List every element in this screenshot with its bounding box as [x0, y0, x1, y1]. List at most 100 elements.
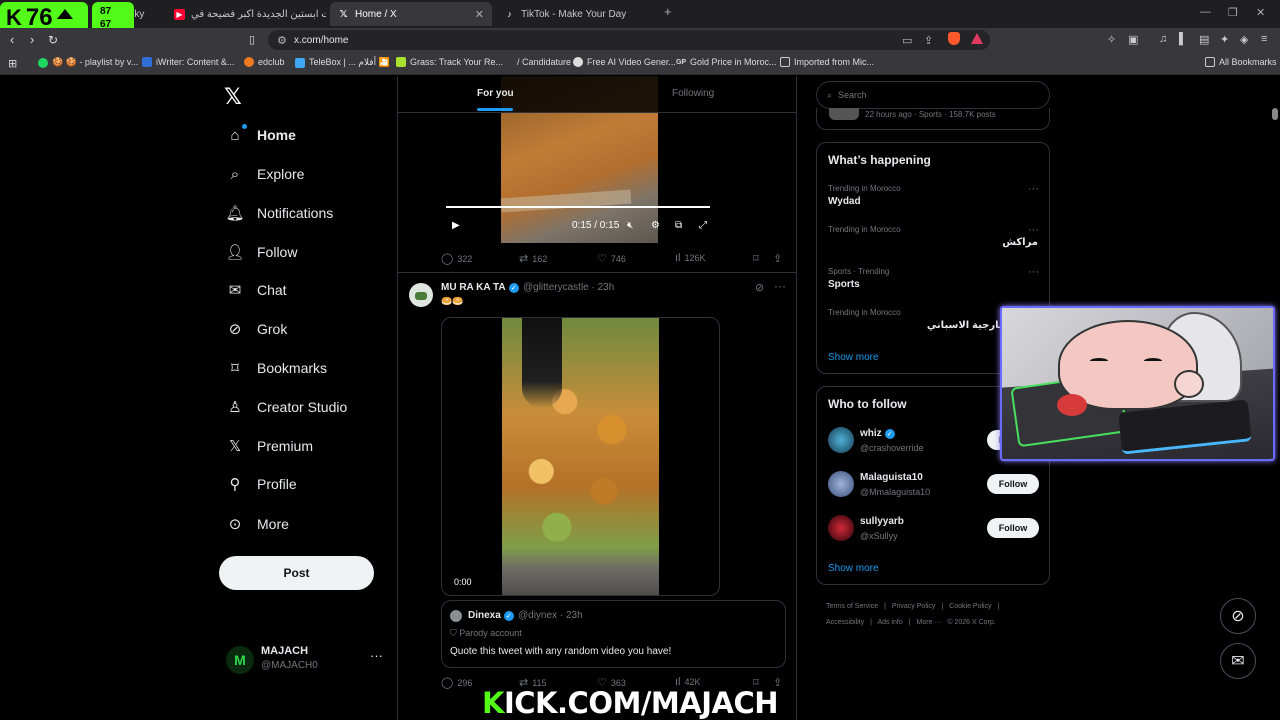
apps-icon[interactable]: ⊞: [8, 57, 17, 70]
reply-button[interactable]: ◯ 296: [441, 676, 472, 689]
all-bookmarks[interactable]: All Bookmarks: [1205, 57, 1277, 67]
follow-suggestion-name[interactable]: whiz ✓: [860, 428, 895, 439]
share-icon[interactable]: ⇪: [924, 34, 933, 47]
media-icon[interactable]: ♫: [1159, 33, 1167, 45]
trend-item[interactable]: Wydad: [828, 196, 861, 207]
close-tab-icon[interactable]: ✕: [475, 8, 484, 21]
follow-button[interactable]: Follow: [987, 474, 1039, 494]
avatar[interactable]: [409, 283, 433, 307]
avatar[interactable]: [828, 471, 854, 497]
bookmark-telebox[interactable]: TeleBox | ... أفلام 🎦: [295, 57, 390, 68]
footer-link[interactable]: More ···: [917, 619, 942, 626]
like-button[interactable]: ♡ 746: [597, 252, 626, 265]
nav-notifications[interactable]: 🔔︎ Notifications: [225, 201, 333, 225]
minimize-icon[interactable]: —: [1200, 6, 1211, 18]
nav-bookmarks[interactable]: ⌑ Bookmarks: [226, 356, 327, 380]
account-switcher[interactable]: M MAJACH @MAJACH0 ···: [226, 640, 386, 680]
reload-icon[interactable]: ↻: [48, 32, 58, 48]
bookmark-tweet-button[interactable]: ⌑: [753, 252, 759, 265]
bookmark-ai-video[interactable]: Free AI Video Gener...: [573, 57, 676, 67]
more-dots-icon[interactable]: ···: [1028, 183, 1039, 195]
avatar[interactable]: [828, 515, 854, 541]
bookmark-imported[interactable]: Imported from Mic...: [780, 57, 874, 67]
show-more-link[interactable]: Show more: [828, 563, 879, 574]
follow-suggestion-name[interactable]: Malaguista10: [860, 472, 923, 483]
x-logo-icon[interactable]: 𝕏: [224, 84, 248, 109]
sidebar-icon[interactable]: ▌: [1179, 33, 1187, 45]
search-input[interactable]: ⌕ Search: [816, 81, 1050, 109]
play-icon[interactable]: ▶: [452, 220, 460, 231]
nav-grok[interactable]: ⊘ Grok: [226, 317, 288, 341]
tab-youtube[interactable]: ▶ ملفات ابستين الجديدة اكبر فضيحة في: [166, 2, 326, 26]
footer-link[interactable]: Privacy Policy: [892, 603, 936, 610]
bookmark-edclub[interactable]: edclub: [244, 57, 285, 67]
tab-home-x[interactable]: 𝕏 Home / X ✕: [330, 2, 492, 26]
views-button[interactable]: ıl 126K: [675, 252, 706, 264]
avatar[interactable]: [828, 427, 854, 453]
site-settings-icon[interactable]: ⚙: [277, 34, 287, 47]
follow-button[interactable]: Follow: [987, 518, 1039, 538]
tab-following[interactable]: Following: [672, 88, 714, 99]
scroll-thumb[interactable]: [1272, 108, 1278, 120]
post-button[interactable]: Post: [219, 556, 374, 590]
footer-link[interactable]: Accessibility: [826, 619, 864, 626]
nav-profile[interactable]: ⚲ Profile: [226, 472, 297, 496]
nav-creator-studio[interactable]: ♙ Creator Studio: [226, 395, 347, 419]
share-tweet-button[interactable]: ⇪: [773, 252, 782, 265]
video-progress-bar[interactable]: [446, 206, 710, 208]
forward-icon[interactable]: ›: [30, 32, 34, 48]
pip-icon[interactable]: ⧉: [675, 220, 682, 231]
tab-tiktok[interactable]: ♪ TikTok - Make Your Day: [496, 2, 658, 26]
brave-rewards-icon[interactable]: [971, 33, 983, 44]
url-input[interactable]: ⚙ x.com/home ▭ ⇪: [268, 30, 990, 50]
footer-link[interactable]: Terms of Service: [826, 603, 878, 610]
close-window-icon[interactable]: ✕: [1256, 6, 1265, 19]
nav-chat[interactable]: ✉ Chat: [226, 278, 287, 302]
grok-fab-button[interactable]: ⊘: [1220, 598, 1256, 634]
bookmark-page-icon[interactable]: ▯: [249, 32, 255, 48]
volume-icon[interactable]: 🔇︎: [627, 220, 633, 231]
tweet-author[interactable]: MU RA KA TA ✓: [441, 282, 519, 293]
brave-shields-icon[interactable]: [948, 32, 960, 45]
settings-icon[interactable]: ⚙: [651, 220, 660, 231]
wallet-icon[interactable]: ▤: [1199, 33, 1209, 46]
back-icon[interactable]: ‹: [10, 32, 14, 48]
footer-link[interactable]: Cookie Policy: [949, 603, 991, 610]
show-more-link[interactable]: Show more: [828, 352, 879, 363]
more-dots-icon[interactable]: ···: [1028, 224, 1039, 236]
more-dots-icon[interactable]: ···: [370, 648, 383, 663]
quoted-tweet[interactable]: Dinexa ✓ @diynex · 23h ⛉ Parody account …: [441, 600, 786, 668]
more-dots-icon[interactable]: ···: [774, 279, 786, 293]
bookmark-gold-price[interactable]: GP Gold Price in Moroc...: [676, 57, 777, 67]
trend-item[interactable]: مراكش: [1002, 237, 1038, 248]
tab-for-you[interactable]: For you: [477, 88, 514, 99]
nav-explore[interactable]: ⌕ Explore: [226, 162, 305, 186]
bookmark-label: / Candidature: [517, 57, 572, 67]
nav-premium[interactable]: 𝕏 Premium: [226, 434, 313, 458]
bookmark-candidature[interactable]: / Candidature: [503, 57, 571, 67]
maximize-icon[interactable]: ❐: [1228, 6, 1238, 19]
leo-icon[interactable]: ✦: [1220, 33, 1229, 46]
bookmark-grass[interactable]: Grass: Track Your Re...: [396, 57, 503, 67]
repost-button[interactable]: ⇄ 162: [519, 252, 547, 265]
footer-link[interactable]: Ads info: [877, 619, 902, 626]
follow-suggestion-name[interactable]: sullyyarb: [860, 516, 904, 527]
new-tab-button[interactable]: +: [664, 4, 672, 19]
menu-icon[interactable]: ≡: [1261, 33, 1267, 45]
bookmark-iwriter[interactable]: iWriter: Content &...: [142, 57, 234, 67]
video-player[interactable]: 0:00: [441, 317, 720, 596]
grok-icon[interactable]: ⊘: [755, 281, 764, 294]
screenshot-icon[interactable]: ▣: [1128, 33, 1138, 46]
messages-fab-button[interactable]: ✉: [1220, 643, 1256, 679]
nav-home[interactable]: ⌂ Home: [226, 123, 296, 147]
fullscreen-icon[interactable]: ⤢: [699, 220, 707, 231]
nav-follow[interactable]: 👤︎ Follow: [225, 240, 297, 264]
trend-item[interactable]: Sports: [828, 279, 860, 290]
reply-button[interactable]: ◯ 322: [441, 252, 472, 265]
extensions-icon[interactable]: ✧: [1107, 33, 1116, 46]
bookmark-spotify[interactable]: 🍪 🍪 - playlist by v...: [38, 57, 138, 68]
nav-more[interactable]: ⊙ More: [226, 512, 289, 536]
cast-icon[interactable]: ▭: [902, 34, 912, 47]
more-dots-icon[interactable]: ···: [1028, 266, 1039, 278]
vpn-icon[interactable]: ◈: [1240, 33, 1248, 46]
